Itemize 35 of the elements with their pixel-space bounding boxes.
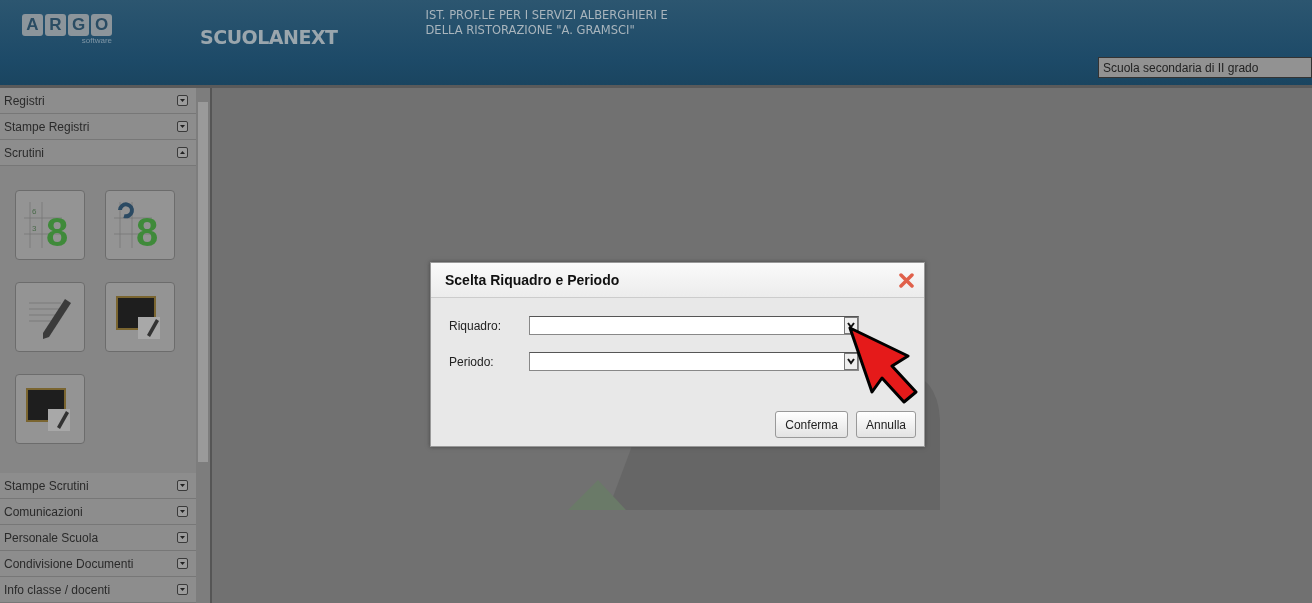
expand-icon[interactable] — [177, 532, 188, 543]
grade-digit: 8 — [136, 210, 159, 250]
expand-icon[interactable] — [177, 121, 188, 132]
expand-icon[interactable] — [177, 480, 188, 491]
dialog-button[interactable]: Conferma — [775, 411, 848, 438]
logo-letter: R — [45, 14, 66, 36]
expand-icon[interactable] — [177, 506, 188, 517]
logo-letter: O — [91, 14, 112, 36]
dialog-button[interactable]: Annulla — [855, 411, 916, 438]
dialog-title: Scelta Riquadro e Periodo — [445, 272, 620, 288]
field-label: Periodo: — [449, 354, 495, 369]
small-digit: 6 — [32, 207, 37, 216]
logo-caption: software — [81, 36, 112, 45]
collapse-icon[interactable] — [177, 147, 188, 158]
dropdown-field[interactable] — [529, 352, 859, 371]
logo-letter: G — [68, 14, 89, 36]
field-label: Riquadro: — [449, 318, 503, 333]
school-type-select[interactable]: Scuola secondaria di II grado — [1098, 57, 1312, 78]
school-name: IST. PROF.LE PER I SERVIZI ALBERGHIERI E — [425, 8, 668, 23]
function-tile[interactable] — [15, 282, 85, 352]
expand-icon[interactable] — [177, 584, 188, 595]
pointer-arrow-icon — [848, 326, 918, 406]
expand-icon[interactable] — [177, 95, 188, 106]
grade-digit: 8 — [46, 210, 69, 250]
school-name: DELLA RISTORAZIONE "A. GRAMSCI" — [425, 23, 636, 38]
function-tile[interactable] — [15, 374, 85, 444]
expand-icon[interactable] — [177, 558, 188, 569]
logo-letter: A — [22, 14, 43, 36]
function-tile[interactable] — [105, 282, 175, 352]
dropdown-field[interactable] — [529, 316, 859, 335]
refresh-icon — [118, 202, 134, 219]
small-digit: 3 — [32, 224, 37, 233]
close-icon[interactable] — [899, 272, 914, 288]
scrollbar[interactable] — [196, 88, 212, 603]
app-name: SCUOLANEXT — [200, 26, 338, 48]
